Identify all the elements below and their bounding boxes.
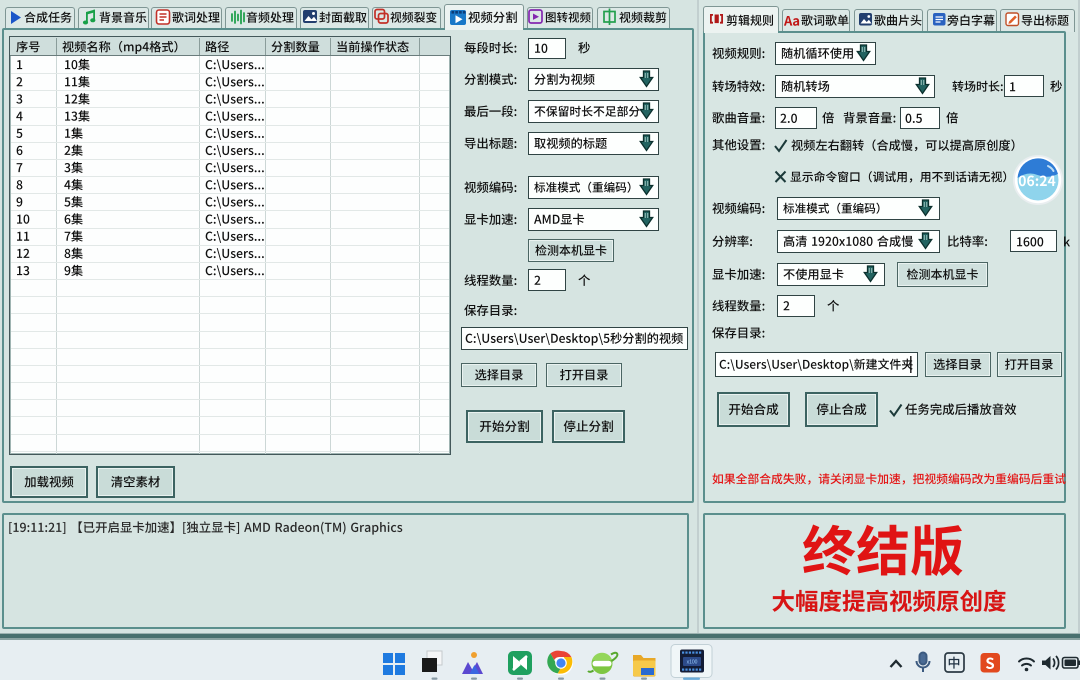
svg-text:x100: x100 [687,660,698,666]
